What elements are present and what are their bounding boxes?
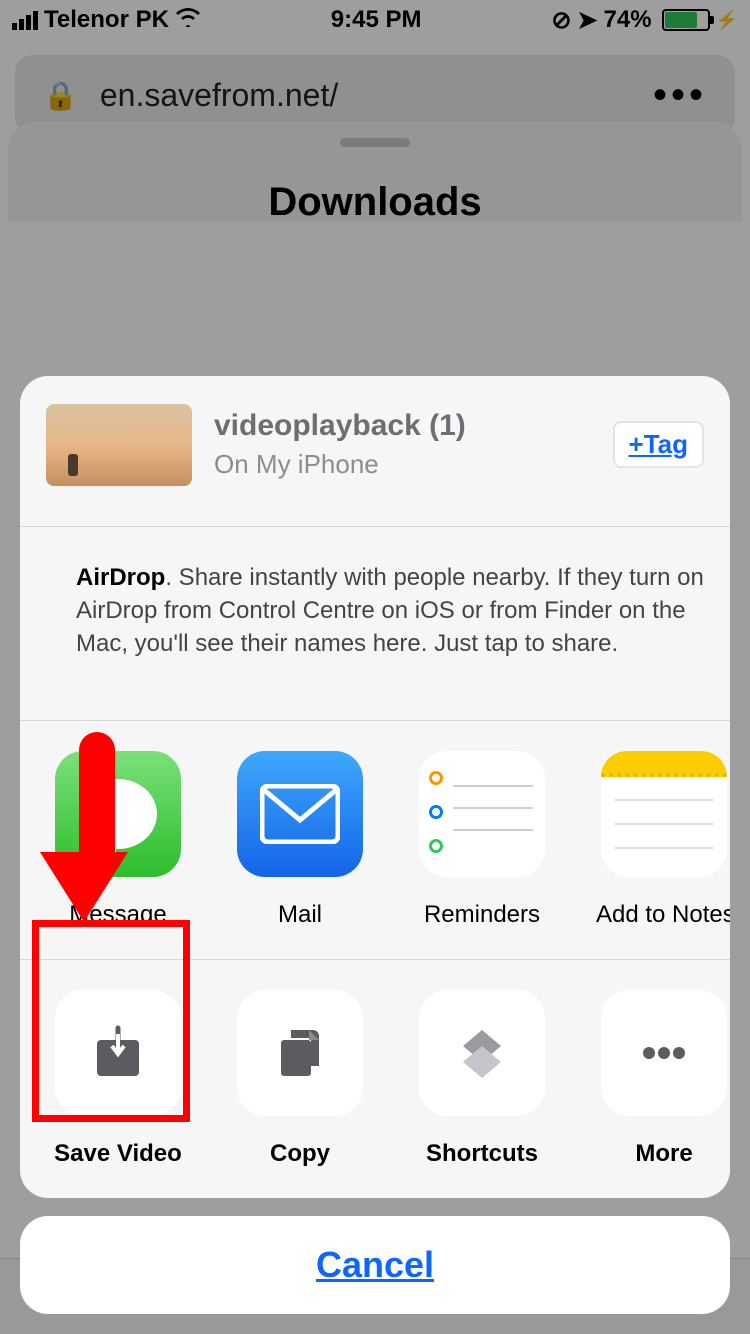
more-icon: [601, 990, 727, 1116]
airdrop-description: AirDrop. Share instantly with people nea…: [76, 561, 704, 660]
airdrop-section[interactable]: AirDrop. Share instantly with people nea…: [20, 527, 730, 720]
action-copy[interactable]: Copy: [232, 990, 368, 1168]
tag-button[interactable]: +Tag: [613, 421, 704, 468]
mail-icon: [237, 751, 363, 877]
share-sheet: videoplayback (1) On My iPhone +Tag AirD…: [20, 376, 730, 1314]
reminders-icon: [419, 751, 545, 877]
shortcuts-icon: [419, 990, 545, 1116]
file-header: videoplayback (1) On My iPhone +Tag: [20, 376, 730, 526]
cancel-button[interactable]: Cancel: [20, 1216, 730, 1314]
share-message[interactable]: Message: [50, 751, 186, 929]
share-apps-row[interactable]: Message Mail Reminders Add to Notes: [20, 721, 730, 959]
action-save-video[interactable]: Save Video: [50, 990, 186, 1168]
message-icon: [55, 751, 181, 877]
save-video-icon: [55, 990, 181, 1116]
share-mail[interactable]: Mail: [232, 751, 368, 929]
action-more[interactable]: More: [596, 990, 730, 1168]
notes-icon: [601, 751, 727, 877]
share-notes[interactable]: Add to Notes: [596, 751, 730, 929]
action-shortcuts[interactable]: Shortcuts: [414, 990, 550, 1168]
video-thumbnail: [46, 404, 192, 486]
file-location: On My iPhone: [214, 449, 613, 480]
share-reminders[interactable]: Reminders: [414, 751, 550, 929]
file-name: videoplayback (1): [214, 409, 613, 443]
share-panel: videoplayback (1) On My iPhone +Tag AirD…: [20, 376, 730, 1198]
copy-icon: [237, 990, 363, 1116]
action-row[interactable]: Save Video Copy Shortcuts More: [20, 960, 730, 1198]
